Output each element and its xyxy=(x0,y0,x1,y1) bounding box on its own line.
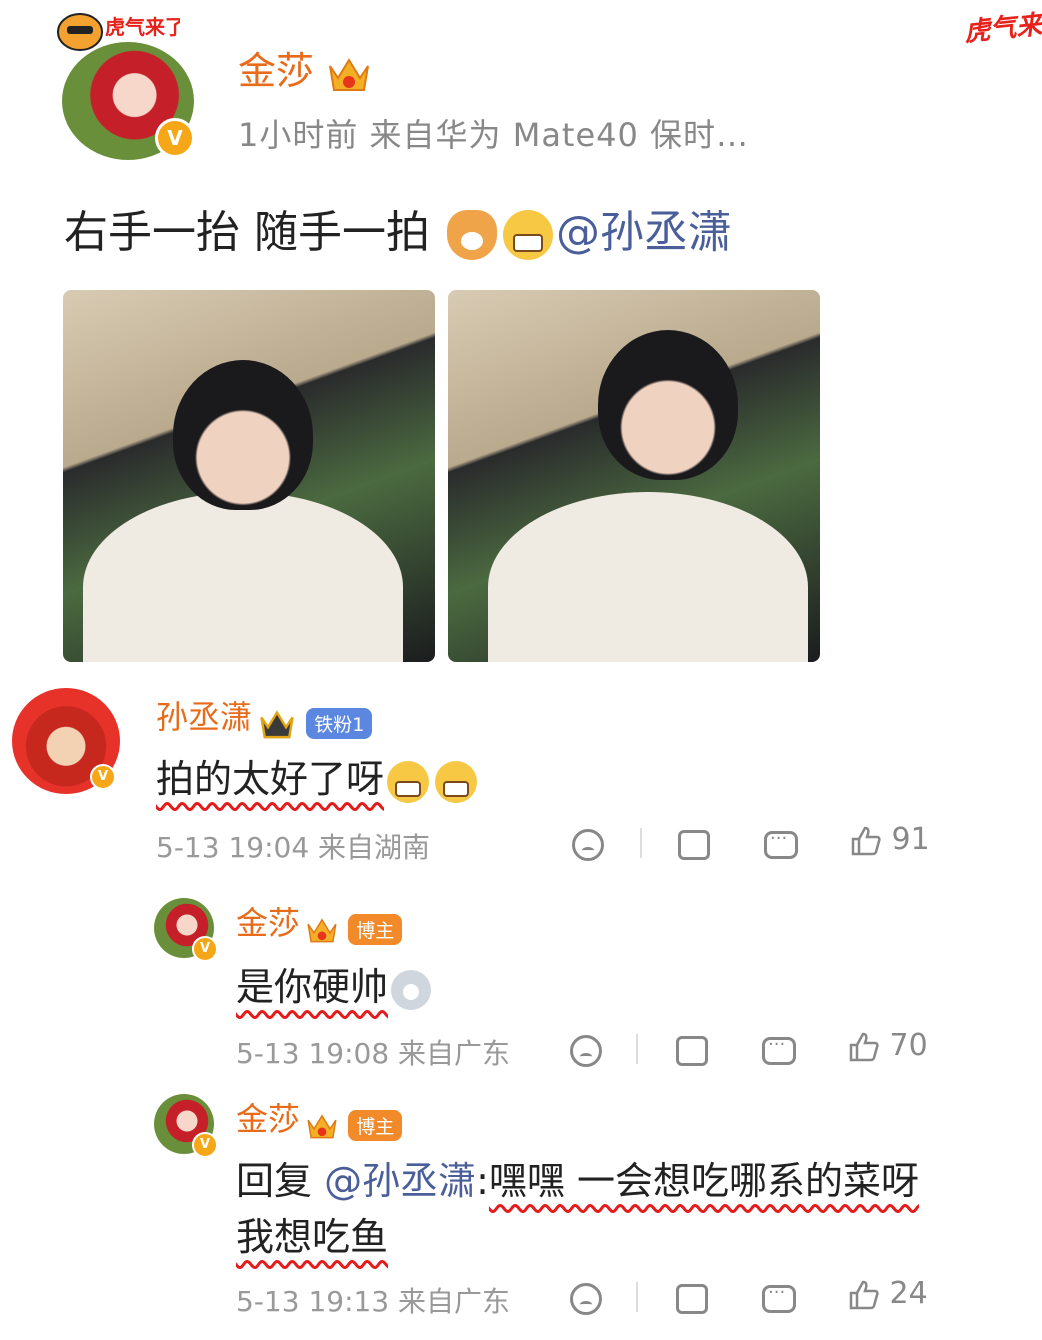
repost-icon xyxy=(678,829,710,860)
verified-v-icon: V xyxy=(90,764,116,790)
grin-emoji-icon xyxy=(435,760,478,803)
post-photo-1[interactable] xyxy=(63,290,435,662)
like-count: 24 xyxy=(889,1276,928,1311)
reply-mention[interactable]: @孙丞潇 xyxy=(324,1159,476,1203)
crown-icon xyxy=(260,709,294,738)
comment-author[interactable]: 金莎 xyxy=(236,904,300,942)
post-content: 右手一抬 随手一拍 @孙丞潇 xyxy=(64,196,732,260)
verified-v-icon: V xyxy=(192,936,218,962)
post-meta: 1小时前 来自华为 Mate40 保时… xyxy=(238,116,750,154)
post-author-name[interactable]: 金莎 xyxy=(238,40,372,96)
comment-meta: 5-13 19:04 来自湖南 xyxy=(156,831,431,864)
avatar-tag-text: 虎气来了 xyxy=(105,15,180,39)
comment-header: 金莎 博主 xyxy=(236,898,403,946)
sad-face-icon xyxy=(570,1282,602,1315)
comment-body: 回复 @孙丞潇:嘿嘿 一会想吃哪系的菜呀 xyxy=(236,1150,919,1205)
reply-colon: : xyxy=(476,1159,489,1203)
verified-v-icon: V xyxy=(155,118,195,158)
comment-icon xyxy=(762,1034,796,1065)
comment-body: 是你硬帅 xyxy=(236,956,434,1011)
crown-icon xyxy=(307,1113,337,1138)
like-button[interactable]: 91 xyxy=(850,822,930,857)
repost-icon xyxy=(676,1283,708,1314)
reply-button[interactable] xyxy=(762,1032,796,1067)
repost-button[interactable] xyxy=(678,826,710,861)
comment-meta: 5-13 19:08 来自广东 xyxy=(236,1037,511,1070)
verified-v-icon: V xyxy=(192,1132,218,1158)
comment-body-line2: 我想吃鱼 xyxy=(236,1206,388,1261)
dislike-button[interactable] xyxy=(570,1032,602,1067)
comment-meta: 5-13 19:13 来自广东 xyxy=(236,1285,511,1318)
grin-emoji-icon xyxy=(502,210,553,260)
comment-text: 拍的太好了呀 xyxy=(156,757,385,801)
like-count: 70 xyxy=(889,1028,928,1063)
thumbs-up-icon xyxy=(849,1280,879,1309)
repost-button[interactable] xyxy=(676,1280,708,1315)
husky-emoji-icon xyxy=(391,969,432,1010)
divider xyxy=(640,828,642,858)
like-count: 91 xyxy=(891,822,930,857)
comment-icon xyxy=(762,1282,796,1313)
comment-text-line1: 嘿嘿 一会想吃哪系的菜呀 xyxy=(488,1159,920,1203)
post-author-name-text[interactable]: 金莎 xyxy=(238,49,314,93)
like-button[interactable]: 70 xyxy=(848,1028,928,1063)
thumbs-up-icon xyxy=(851,826,881,855)
comment-body: 拍的太好了呀 xyxy=(156,748,480,803)
thumbs-up-icon xyxy=(849,1032,879,1061)
reply-button[interactable] xyxy=(762,1280,796,1315)
divider xyxy=(636,1034,638,1064)
comment-header: 孙丞潇 铁粉1 xyxy=(156,692,373,742)
author-badge: 博主 xyxy=(348,914,403,945)
post-photo-2[interactable] xyxy=(448,290,820,662)
reply-prefix: 回复 xyxy=(236,1159,313,1203)
repost-icon xyxy=(676,1035,708,1066)
comment-author[interactable]: 孙丞潇 xyxy=(156,698,252,736)
comment-icon xyxy=(764,828,798,859)
dislike-button[interactable] xyxy=(572,826,604,861)
doge-emoji-icon xyxy=(446,210,497,260)
corner-festival-tag: 虎气来 xyxy=(962,9,1042,48)
post-text: 右手一抬 随手一拍 xyxy=(64,207,444,258)
comment-text-line2: 我想吃鱼 xyxy=(236,1215,389,1259)
reply-button[interactable] xyxy=(764,826,798,861)
crown-icon xyxy=(329,57,370,91)
fan-badge: 铁粉1 xyxy=(306,708,373,739)
sad-face-icon xyxy=(570,1034,602,1067)
dislike-button[interactable] xyxy=(570,1280,602,1315)
like-button[interactable]: 24 xyxy=(848,1276,928,1311)
repost-button[interactable] xyxy=(676,1032,708,1067)
tiger-avatar-decoration: 虎气来了 xyxy=(57,13,180,51)
comment-author[interactable]: 金莎 xyxy=(236,1100,300,1138)
comment-header: 金莎 博主 xyxy=(236,1094,403,1142)
crown-icon xyxy=(307,917,337,942)
grin-emoji-icon xyxy=(387,760,430,803)
comment-text: 是你硬帅 xyxy=(236,965,389,1009)
sad-face-icon xyxy=(572,828,604,861)
author-badge: 博主 xyxy=(348,1110,403,1141)
mention-link[interactable]: @孙丞潇 xyxy=(556,207,732,258)
divider xyxy=(636,1282,638,1312)
